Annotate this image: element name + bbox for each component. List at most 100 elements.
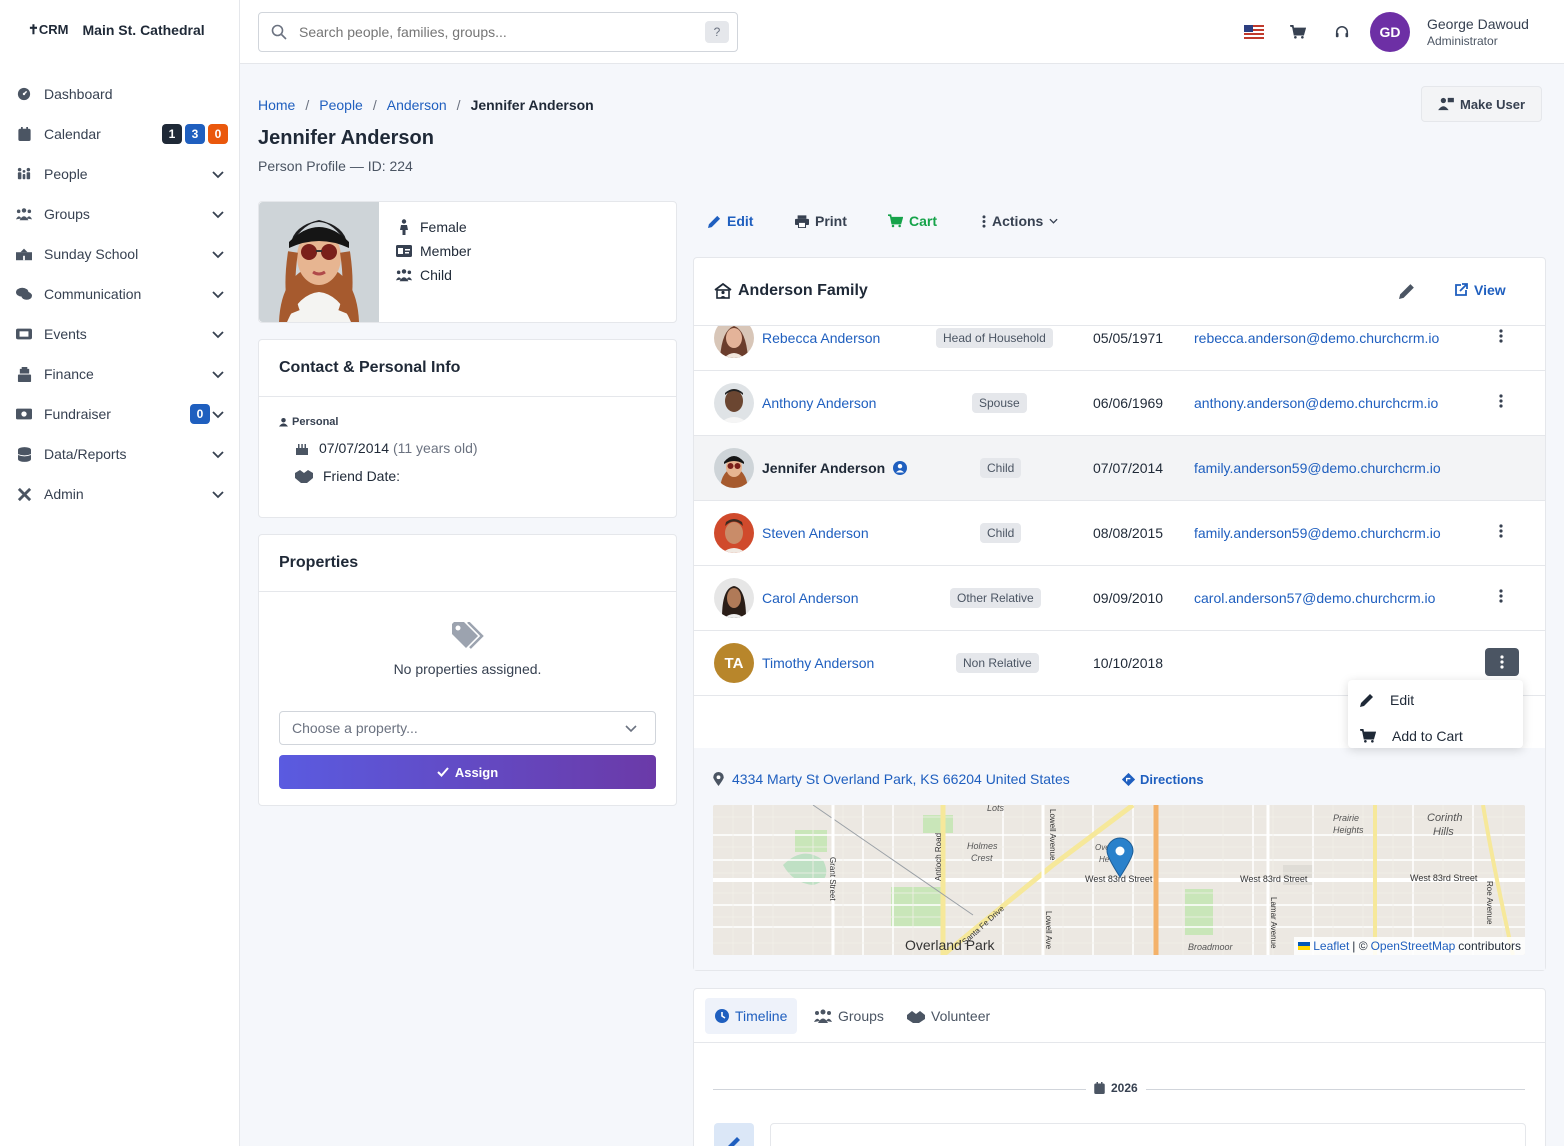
- gender-label: Female: [420, 219, 467, 235]
- menu-item-add-to-cart[interactable]: Add to Cart: [1360, 728, 1463, 744]
- family-view-link[interactable]: View: [1454, 282, 1506, 298]
- friend-date-row: Friend Date:: [295, 468, 400, 484]
- us-flag-icon[interactable]: [1244, 22, 1264, 42]
- sidebar-item-calendar[interactable]: Calendar 1 3 0: [0, 114, 239, 154]
- member-actions-icon[interactable]: [1493, 586, 1509, 606]
- actions-dropdown[interactable]: Actions: [982, 213, 1058, 229]
- breadcrumb-family[interactable]: Anderson: [387, 97, 447, 113]
- cart-button[interactable]: Cart: [888, 213, 937, 229]
- member-email-link[interactable]: anthony.anderson@demo.churchcrm.io: [1194, 395, 1438, 411]
- directions-icon: [1122, 773, 1135, 786]
- sidebar-item-label: Admin: [44, 486, 84, 502]
- people-icon: [16, 166, 32, 182]
- breadcrumb-home[interactable]: Home: [258, 97, 295, 113]
- leaflet-link[interactable]: Leaflet: [1313, 939, 1349, 953]
- family-address[interactable]: 4334 Marty St Overland Park, KS 66204 Un…: [713, 771, 1070, 787]
- print-button[interactable]: Print: [795, 213, 847, 229]
- family-map[interactable]: West 83rd Street West 83rd Street West 8…: [713, 805, 1525, 955]
- svg-text:West 83rd Street: West 83rd Street: [1410, 873, 1478, 883]
- map-marker-icon: [713, 772, 724, 786]
- properties-card-title: Properties: [259, 535, 676, 592]
- cash-register-icon: [16, 366, 32, 382]
- menu-item-edit[interactable]: Edit: [1360, 692, 1414, 708]
- member-email-link[interactable]: family.anderson59@demo.churchcrm.io: [1194, 525, 1441, 541]
- member-email-link[interactable]: family.anderson59@demo.churchcrm.io: [1194, 460, 1441, 476]
- member-role-badge: Non Relative: [956, 653, 1039, 673]
- member-name-link[interactable]: Anthony Anderson: [762, 395, 876, 411]
- svg-text:Antioch Road: Antioch Road: [934, 833, 943, 881]
- brand[interactable]: ✝CRM Main St. Cathedral: [0, 0, 239, 60]
- calendar-badges: 1 3 0: [159, 124, 228, 144]
- sidebar-item-finance[interactable]: Finance: [0, 354, 239, 394]
- search-box[interactable]: ?: [258, 12, 738, 52]
- member-actions-icon[interactable]: [1493, 521, 1509, 541]
- sidebar: ✝CRM Main St. Cathedral Dashboard Calend…: [0, 0, 240, 1146]
- member-actions-menu: Edit Add to Cart: [1348, 680, 1523, 748]
- member-actions-icon[interactable]: [1493, 326, 1509, 346]
- user-name[interactable]: George Dawoud: [1427, 16, 1529, 32]
- breadcrumb-people[interactable]: People: [319, 97, 363, 113]
- school-icon: [16, 246, 32, 262]
- edit-button[interactable]: Edit: [708, 213, 753, 229]
- make-user-button[interactable]: Make User: [1421, 86, 1543, 122]
- money-bill-icon: [16, 406, 32, 422]
- sidebar-item-sunday-school[interactable]: Sunday School: [0, 234, 239, 274]
- sidebar-item-label: Calendar: [44, 126, 101, 142]
- birthdate-value: 07/07/2014: [319, 440, 390, 456]
- member-name-link[interactable]: Steven Anderson: [762, 525, 869, 541]
- page-subtitle: Person Profile — ID: 224: [258, 158, 413, 174]
- brand-logo: ✝CRM: [28, 22, 69, 37]
- chevron-down-icon: [1049, 218, 1058, 224]
- directions-link[interactable]: Directions: [1122, 772, 1204, 787]
- calendar-icon: [1094, 1082, 1105, 1094]
- member-avatar: [714, 578, 754, 618]
- sidebar-item-people[interactable]: People: [0, 154, 239, 194]
- sidebar-item-events[interactable]: Events: [0, 314, 239, 354]
- actions-label: Actions: [992, 213, 1044, 229]
- breadcrumb-separator: /: [372, 97, 377, 113]
- cart-plus-icon: [888, 214, 903, 228]
- family-member-row-current: Jennifer Anderson Child 07/07/2014 famil…: [694, 436, 1545, 501]
- pencil-icon: [708, 215, 721, 228]
- edit-label: Edit: [727, 213, 754, 229]
- tab-timeline[interactable]: Timeline: [705, 998, 798, 1034]
- member-name-link[interactable]: Carol Anderson: [762, 590, 859, 606]
- svg-text:Prairie: Prairie: [1333, 813, 1359, 823]
- sidebar-item-groups[interactable]: Groups: [0, 194, 239, 234]
- member-actions-button-open[interactable]: [1485, 648, 1519, 676]
- tab-volunteer[interactable]: Volunteer: [897, 998, 1000, 1034]
- breadcrumb-current: Jennifer Anderson: [470, 97, 594, 113]
- sidebar-item-admin[interactable]: Admin: [0, 474, 239, 514]
- chevron-down-icon: [212, 211, 224, 219]
- member-email-link[interactable]: rebecca.anderson@demo.churchcrm.io: [1194, 330, 1439, 346]
- assign-button[interactable]: Assign: [279, 755, 656, 789]
- timeline-year: 2026: [1086, 1081, 1146, 1095]
- member-actions-icon[interactable]: [1493, 391, 1509, 411]
- member-name-link[interactable]: Timothy Anderson: [762, 655, 874, 671]
- chevron-down-icon: [212, 171, 224, 179]
- chevron-down-icon: [212, 251, 224, 259]
- sidebar-item-dashboard[interactable]: Dashboard: [0, 74, 239, 114]
- print-label: Print: [815, 213, 847, 229]
- sidebar-item-communication[interactable]: Communication: [0, 274, 239, 314]
- user-avatar[interactable]: GD: [1370, 12, 1410, 52]
- member-avatar: [714, 383, 754, 423]
- check-icon: [437, 767, 449, 777]
- search-input[interactable]: [299, 24, 705, 40]
- brand-name: Main St. Cathedral: [82, 22, 205, 38]
- tab-groups[interactable]: Groups: [804, 998, 894, 1034]
- birthday-cake-icon: [296, 444, 308, 455]
- cart-icon[interactable]: [1288, 22, 1308, 42]
- member-email-link[interactable]: carol.anderson57@demo.churchcrm.io: [1194, 590, 1435, 606]
- timeline-entry: [770, 1123, 1526, 1146]
- headset-icon[interactable]: [1332, 22, 1352, 42]
- svg-text:Lowell Ave: Lowell Ave: [1044, 911, 1053, 950]
- comments-icon: [16, 286, 32, 302]
- property-select[interactable]: Choose a property...: [279, 711, 656, 745]
- osm-link[interactable]: OpenStreetMap: [1371, 939, 1456, 953]
- handshake-icon: [295, 470, 313, 483]
- sidebar-item-fundraiser[interactable]: Fundraiser 0: [0, 394, 239, 434]
- member-name-link[interactable]: Rebecca Anderson: [762, 330, 880, 346]
- sidebar-item-data-reports[interactable]: Data/Reports: [0, 434, 239, 474]
- family-edit-icon[interactable]: [1399, 283, 1415, 299]
